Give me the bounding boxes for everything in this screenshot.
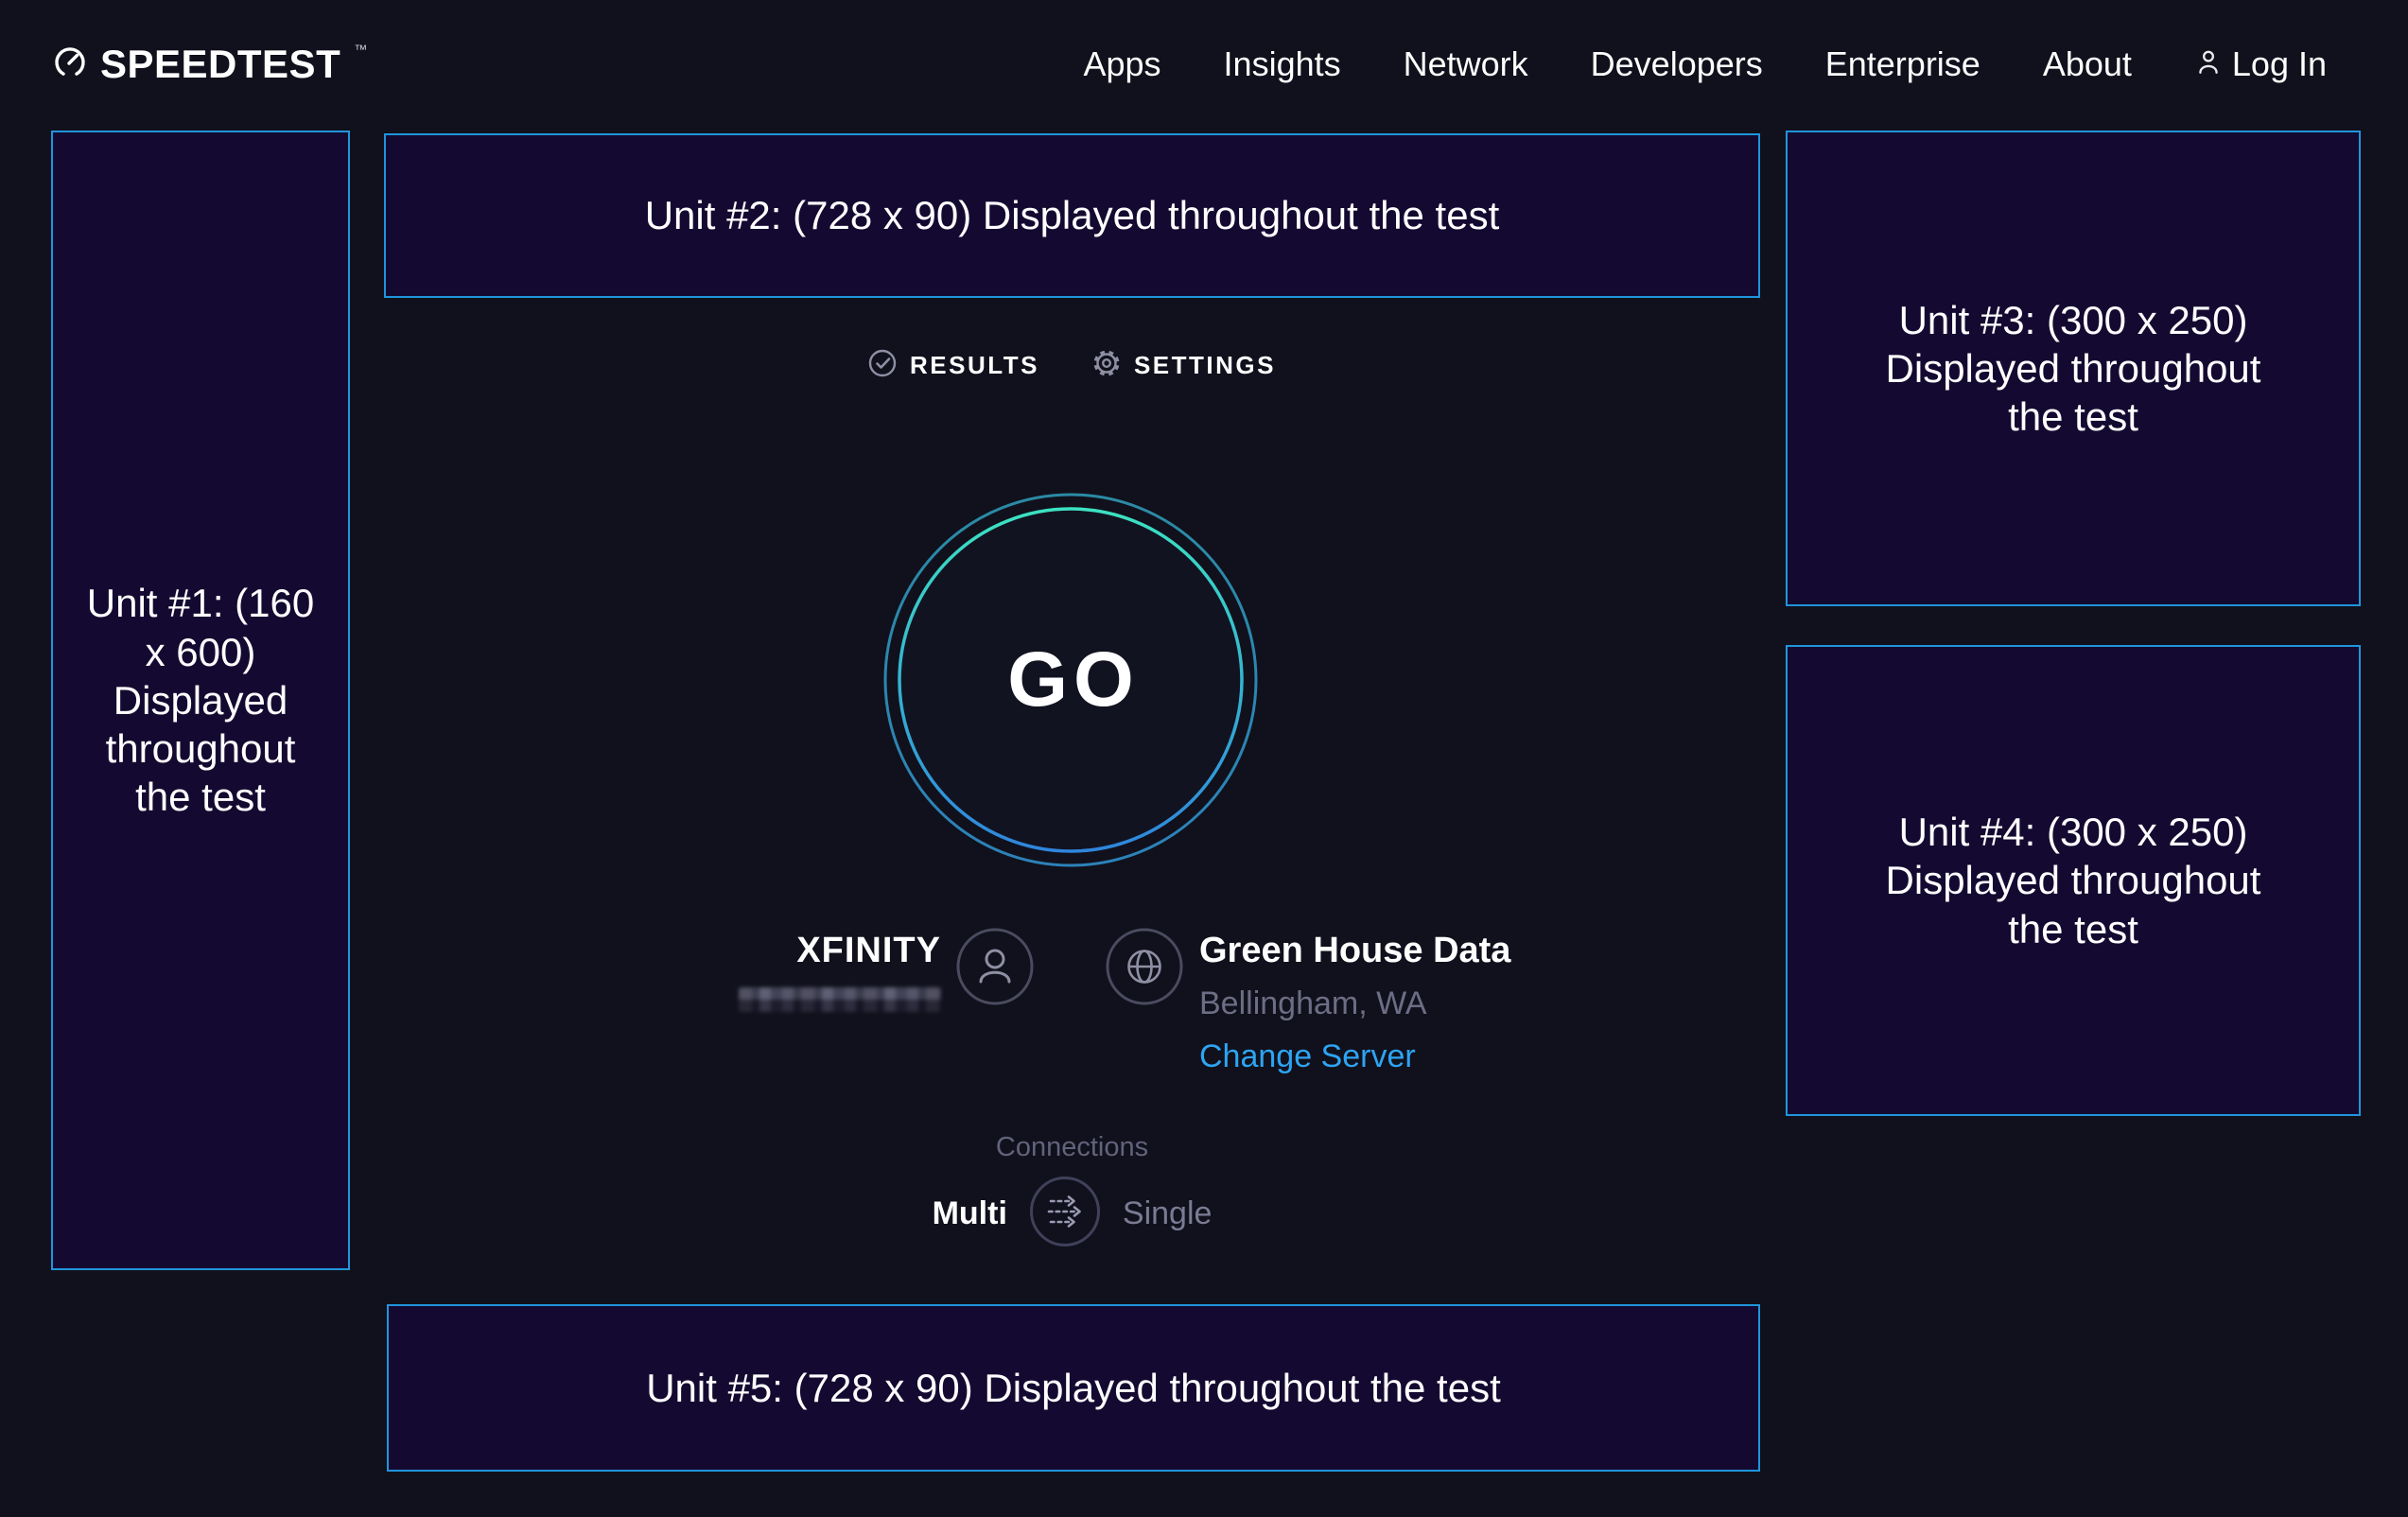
isp-name: XFINITY — [739, 930, 941, 971]
tab-settings-label: SETTINGS — [1134, 351, 1276, 380]
isp-user-icon — [956, 928, 1034, 1010]
ad-unit-4: Unit #4: (300 x 250) Displayed throughou… — [1786, 645, 2361, 1116]
tab-results[interactable]: RESULTS — [868, 349, 1039, 382]
user-icon — [2194, 44, 2223, 84]
connections-label: Connections — [384, 1130, 1760, 1164]
go-button-label: GO — [872, 481, 1269, 879]
connection-info: XFINITY Green House Data Bellingham, WA … — [384, 908, 1760, 1125]
server-name: Green House Data — [1199, 930, 1510, 971]
ad-unit-3: Unit #3: (300 x 250) Displayed throughou… — [1786, 131, 2361, 606]
gear-icon — [1092, 349, 1121, 382]
nav-item-developers[interactable]: Developers — [1591, 44, 1763, 84]
ad-unit-5: Unit #5: (728 x 90) Displayed throughout… — [387, 1304, 1760, 1472]
ad-unit-2: Unit #2: (728 x 90) Displayed throughout… — [384, 133, 1760, 298]
check-circle-icon — [868, 349, 897, 382]
ad-unit-4-label: Unit #4: (300 x 250) Displayed throughou… — [1863, 808, 2283, 953]
ad-unit-1: Unit #1: (160 x 600) Displayed throughou… — [51, 131, 350, 1270]
server-block: Green House Data Bellingham, WA Change S… — [1199, 930, 1510, 1075]
speedtest-logo[interactable]: SPEEDTEST ™ — [51, 42, 365, 87]
ad-unit-1-label: Unit #1: (160 x 600) Displayed throughou… — [77, 579, 324, 821]
logo-trademark: ™ — [354, 42, 367, 57]
logo-wordmark: SPEEDTEST — [100, 42, 340, 87]
nav-item-network[interactable]: Network — [1404, 44, 1528, 84]
isp-block: XFINITY — [739, 930, 941, 1012]
connections-single-option[interactable]: Single — [1123, 1195, 1213, 1232]
server-globe-icon — [1106, 928, 1183, 1010]
ad-unit-3-label: Unit #3: (300 x 250) Displayed throughou… — [1863, 296, 2283, 442]
server-location: Bellingham, WA — [1199, 985, 1510, 1022]
login-button[interactable]: Log In — [2194, 44, 2327, 84]
nav-links: Apps Insights Network Developers Enterpr… — [1083, 44, 2327, 84]
nav-item-insights[interactable]: Insights — [1224, 44, 1341, 84]
nav-item-about[interactable]: About — [2043, 44, 2132, 84]
view-tabs: RESULTS SETTINGS — [384, 342, 1760, 388]
multi-connections-icon[interactable] — [1030, 1177, 1100, 1251]
top-nav: SPEEDTEST ™ Apps Insights Network Develo… — [0, 0, 2408, 129]
go-button[interactable]: GO — [872, 481, 1269, 879]
connections-multi-option[interactable]: Multi — [933, 1195, 1007, 1232]
ad-unit-2-label: Unit #2: (728 x 90) Displayed throughout… — [645, 191, 1500, 239]
speedtest-gauge-icon — [51, 44, 89, 86]
tab-settings[interactable]: SETTINGS — [1092, 349, 1276, 382]
ip-address-redacted — [739, 987, 941, 1012]
nav-item-apps[interactable]: Apps — [1083, 44, 1160, 84]
tab-results-label: RESULTS — [910, 351, 1039, 380]
ad-unit-5-label: Unit #5: (728 x 90) Displayed throughout… — [646, 1364, 1501, 1412]
nav-item-enterprise[interactable]: Enterprise — [1825, 44, 1980, 84]
connections-toggle: Multi Single — [384, 1178, 1760, 1248]
change-server-link[interactable]: Change Server — [1199, 1037, 1510, 1075]
login-label: Log In — [2232, 44, 2327, 84]
